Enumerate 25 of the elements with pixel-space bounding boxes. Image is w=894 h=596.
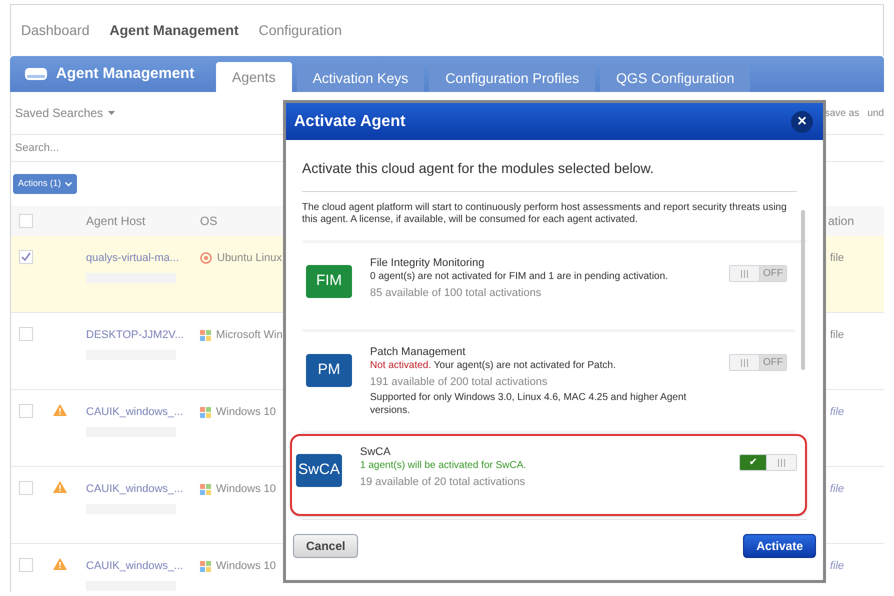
module-badge: PM [306,354,352,387]
support-note: Supported for only Windows 3.0, Linux 4.6, MAC 4.25 and higher Agent versions. [370,391,688,417]
column-header: ation [828,213,854,230]
module-status: 0 agent(s) are not activated for FIM and 1 are in pending activation. [370,270,669,283]
os-name: Windows 10 [216,405,276,420]
os-name: Windows 10 [216,559,276,574]
activation-count: 85 available of 100 total activations [370,287,542,300]
module-badge: SwCA [296,454,342,487]
activation-count: 191 available of 200 total activations [370,376,548,389]
column-header: OS [200,213,218,230]
app-title: Agent Management [56,64,194,84]
dialog-intro: Activate this cloud agent for the modules selected below. [302,140,797,192]
dialog-description: The cloud agent platform will start to continuously perform host assessments and report security threats using this agent. A license, if available, will be consumed for each agent activated. [302,202,807,243]
activation-count: 19 available of 20 total activations [360,476,526,489]
os-name: Microsoft Win [216,328,283,343]
module-status: 1 agent(s) will be activated for SwCA. [360,459,528,472]
column-header: Agent Host [86,213,146,230]
dialog-title: Activate Agent [294,112,406,132]
module-name: File Integrity Monitoring [370,257,486,270]
module-name: SwCA [360,446,392,459]
os-name: Windows 10 [216,482,276,497]
module-name: Patch Management [370,346,466,359]
module-status: Not activated. Your agent(s) are not activated for Patch. [370,359,617,372]
module-badge: FIM [306,265,352,298]
os-name: Ubuntu Linux [217,251,282,266]
